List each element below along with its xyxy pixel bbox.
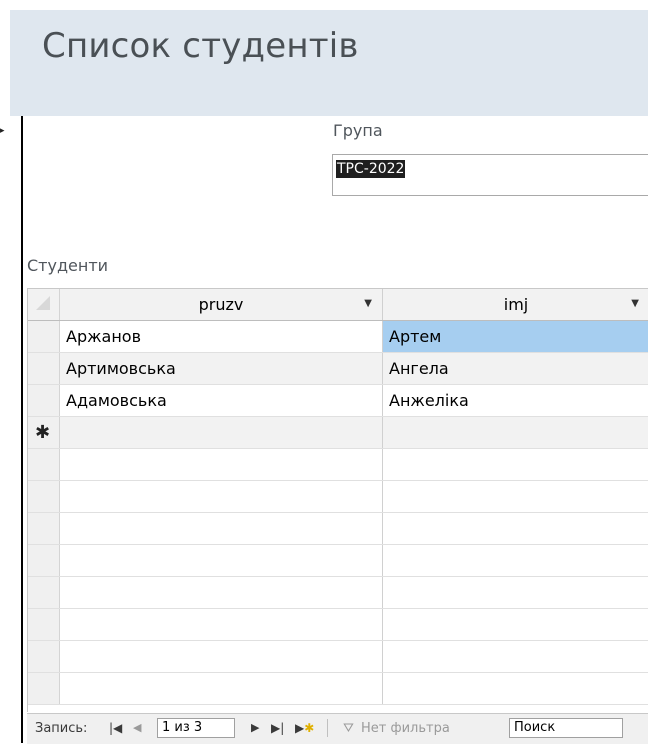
empty-row	[28, 545, 648, 577]
dropdown-arrow-icon[interactable]: ▼	[631, 298, 639, 309]
record-selector-bar[interactable]	[21, 116, 23, 743]
group-field-value: ТРС-2022	[336, 160, 406, 178]
form-title: Список студентів	[42, 26, 359, 66]
table-row[interactable]: Аржанов Артем	[28, 321, 648, 353]
cell-pruzv[interactable]	[60, 417, 383, 448]
search-input[interactable]: Поиск	[509, 718, 623, 738]
next-record-icon[interactable]: ▶	[251, 721, 259, 734]
table-row[interactable]: Адамовська Анжеліка	[28, 385, 648, 417]
row-selector[interactable]	[28, 385, 60, 416]
cell-imj[interactable]	[383, 417, 648, 448]
current-record-field[interactable]: 1 из 3	[157, 718, 235, 738]
empty-row	[28, 641, 648, 673]
cell-imj[interactable]: Ангела	[383, 353, 648, 384]
cell-imj[interactable]: Анжеліка	[383, 385, 648, 416]
row-selector[interactable]: ✱	[28, 417, 60, 448]
empty-row	[28, 577, 648, 609]
new-record-row[interactable]: ✱	[28, 417, 648, 449]
group-label: Група	[333, 121, 383, 140]
dropdown-arrow-icon[interactable]: ▼	[364, 298, 372, 309]
cell-pruzv[interactable]: Артимовська	[60, 353, 383, 384]
empty-row	[28, 673, 648, 705]
column-header-row: pruzv ▼ imj ▼	[28, 289, 648, 321]
select-all-corner[interactable]	[28, 289, 60, 320]
last-record-icon[interactable]: ▶|	[271, 721, 284, 735]
new-record-icon[interactable]: ▶✱	[295, 721, 314, 735]
students-datasheet[interactable]: pruzv ▼ imj ▼ Аржанов Артем Артимовська …	[27, 288, 648, 712]
form-header: Список студентів	[10, 10, 648, 116]
column-header-label: imj	[503, 295, 529, 314]
empty-row	[28, 449, 648, 481]
empty-row	[28, 513, 648, 545]
record-navigation-bar: Запись: |◀ ◀ 1 из 3 ▶ ▶| ▶✱ ⛛ Нет фильтр…	[27, 713, 648, 744]
first-record-icon[interactable]: |◀	[109, 721, 122, 735]
cell-pruzv[interactable]: Адамовська	[60, 385, 383, 416]
cell-imj[interactable]: Артем	[383, 321, 648, 352]
table-row[interactable]: Артимовська Ангела	[28, 353, 648, 385]
new-record-star-icon: ✱	[35, 422, 51, 443]
column-header-pruzv[interactable]: pruzv ▼	[60, 289, 383, 320]
row-selector[interactable]	[28, 321, 60, 352]
record-label: Запись:	[35, 721, 88, 736]
record-selector-arrow-icon: ▸	[0, 126, 5, 136]
nav-divider	[327, 719, 328, 737]
empty-row	[28, 609, 648, 641]
filter-status[interactable]: Нет фильтра	[361, 721, 450, 736]
column-header-imj[interactable]: imj ▼	[383, 289, 648, 320]
row-selector[interactable]	[28, 353, 60, 384]
filter-icon[interactable]: ⛛	[343, 721, 354, 736]
subform-label: Студенти	[27, 256, 109, 275]
group-field[interactable]: ТРС-2022	[332, 154, 648, 196]
prev-record-icon[interactable]: ◀	[133, 721, 141, 734]
cell-pruzv[interactable]: Аржанов	[60, 321, 383, 352]
column-header-label: pruzv	[198, 295, 244, 314]
empty-row	[28, 481, 648, 513]
